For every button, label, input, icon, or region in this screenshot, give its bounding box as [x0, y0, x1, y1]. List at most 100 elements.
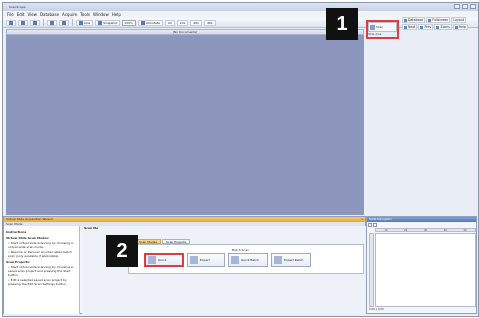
toolbar-annotate-label: Annotate	[146, 20, 161, 25]
database-icon	[404, 18, 407, 22]
maximize-button[interactable]	[462, 4, 468, 9]
toolbar-all-label: All	[168, 20, 172, 25]
ribbon-help-label: Help	[458, 25, 466, 29]
ribbon-prev-label: Prev	[424, 25, 432, 29]
menu-acquire[interactable]: Acquire	[62, 12, 77, 17]
ribbon-next-label: Next	[408, 25, 416, 29]
pencil-icon	[141, 20, 146, 25]
help-icon	[454, 25, 458, 29]
prev-icon	[420, 25, 424, 29]
instruction-item: Start virtual slide scanning by choosing…	[8, 265, 77, 277]
toolbar-10x-button[interactable]: 10x	[176, 19, 189, 26]
ribbon-fullscreen-label: Fullscreen	[432, 18, 449, 22]
instructions-header: Instructions	[6, 230, 27, 234]
navigator-slide-area[interactable]	[375, 233, 476, 307]
toolbar-separator	[43, 19, 44, 26]
quick-batch-icon	[231, 256, 239, 264]
ribbon-layout-label: Layout	[453, 18, 465, 22]
camera-icon	[98, 20, 103, 25]
step-badge-2: 2	[106, 235, 138, 267]
toolbar-10x-label: 10x	[179, 20, 186, 25]
scan-button-highlight	[366, 20, 399, 39]
ruler-tick-label: 40	[443, 229, 447, 232]
instruction-list: Start virtual slide scanning by choosing…	[8, 241, 77, 258]
ribbon-zoom-label: Zoom	[440, 25, 450, 29]
batch-scan-label: Batch Scan	[232, 248, 249, 252]
toolbar-line-label: Line	[84, 20, 91, 25]
quick-batch-button[interactable]: Quick Batch	[228, 253, 268, 267]
save-icon	[21, 20, 25, 25]
menu-file[interactable]: File	[7, 12, 14, 17]
toolbar-back-button[interactable]	[47, 19, 57, 26]
quick-scan-button[interactable]: Quick	[144, 253, 184, 267]
wizard-close-button[interactable]: x	[361, 218, 363, 221]
toolbar-separator	[72, 19, 73, 26]
instruction-item: Edit a selected saved scan project by pr…	[8, 278, 77, 286]
wizard-instructions: Instructions Virtual Slide Scan Modes: S…	[4, 226, 80, 314]
menu-tools[interactable]: Tools	[80, 12, 90, 17]
ruler-tick-label: 10	[384, 229, 388, 232]
navigator-horizontal-ruler: 10 20 30 40 50	[375, 228, 476, 232]
navigator-tool-button[interactable]	[368, 223, 372, 227]
instruction-item: Resume or Recover an interrupted batch s…	[8, 250, 77, 258]
toolbar-line-button[interactable]: Line	[76, 19, 94, 26]
toolbar-snapshot-button[interactable]: Snapshot	[95, 19, 121, 26]
instruction-list: Start virtual slide scanning by choosing…	[8, 265, 77, 286]
minimize-button[interactable]	[454, 4, 460, 9]
toolbar-print-button[interactable]	[30, 19, 40, 26]
folder-icon	[9, 20, 13, 25]
menu-database[interactable]: Database	[40, 12, 59, 17]
ribbon-help-button[interactable]: Help	[452, 24, 468, 30]
section-heading: Scan Projects:	[6, 260, 31, 264]
expert-scan-button[interactable]: Expert	[187, 253, 225, 267]
toolbar-20x-label: 20x	[193, 20, 199, 25]
zoom-field[interactable]: 100%	[122, 19, 137, 26]
ruler-tick-label: 50	[463, 229, 467, 232]
ribbon-zoom-button[interactable]: Zoom	[434, 24, 452, 30]
expert-scan-icon	[190, 256, 198, 264]
right-panel-area	[366, 29, 478, 215]
menu-help[interactable]: Help	[112, 12, 121, 17]
ribbon-fullscreen-button[interactable]: Fullscreen	[426, 17, 451, 23]
navigator-status: 0.00 x 0.00	[369, 308, 384, 311]
menu-edit[interactable]: Edit	[17, 12, 25, 17]
app-title: ScanScope	[9, 5, 26, 9]
toolbar-40x-button[interactable]: 40x	[203, 19, 216, 26]
arrow-right-icon	[62, 20, 66, 25]
menu-view[interactable]: View	[27, 12, 37, 17]
menu-window[interactable]: Window	[93, 12, 109, 17]
expert-batch-button[interactable]: Expert Batch	[271, 253, 311, 267]
navigator-toolbar	[368, 223, 377, 227]
navigator-title: Slide Navigator	[367, 217, 476, 222]
window-controls	[454, 4, 476, 9]
toolbar-40x-label: 40x	[206, 20, 213, 25]
expert-scan-label: Expert	[200, 258, 210, 262]
toolbar-forward-button[interactable]	[59, 19, 69, 26]
ribbon-database-label: Database	[408, 18, 424, 22]
toolbar-save-button[interactable]	[18, 19, 28, 26]
fullscreen-icon	[428, 18, 432, 22]
ruler-tick-label: 30	[423, 229, 428, 232]
step-badge-1: 1	[326, 8, 358, 40]
line-icon	[79, 20, 83, 25]
navigator-tool-button[interactable]	[373, 223, 377, 227]
next-icon	[404, 25, 407, 29]
ribbon-prev-button[interactable]: Prev	[418, 24, 434, 30]
document-workspace	[6, 35, 364, 215]
ribbon-database-button[interactable]: Database	[402, 17, 426, 23]
ribbon-next-button[interactable]: Next	[402, 24, 418, 30]
toolbar-20x-button[interactable]: 20x	[190, 19, 202, 26]
title-bar: ScanScope	[3, 3, 478, 11]
section-heading: Virtual Slide Scan Modes:	[6, 236, 50, 240]
quick-batch-label: Quick Batch	[241, 258, 260, 262]
toolbar-annotate-button[interactable]: Annotate	[138, 19, 164, 26]
ruler-tick-label: 20	[404, 229, 408, 232]
navigator-vertical-ruler	[369, 233, 374, 307]
close-window-button[interactable]	[470, 4, 476, 9]
ribbon-layout-button[interactable]: Layout	[451, 17, 467, 23]
expert-batch-label: Expert Batch	[284, 258, 304, 262]
acquisition-wizard-panel: Virtual Slide Acquisition Wizard x Scan …	[3, 216, 366, 314]
arrow-left-icon	[50, 20, 54, 25]
toolbar-open-button[interactable]	[6, 19, 16, 26]
toolbar-all-button[interactable]: All	[165, 19, 175, 26]
